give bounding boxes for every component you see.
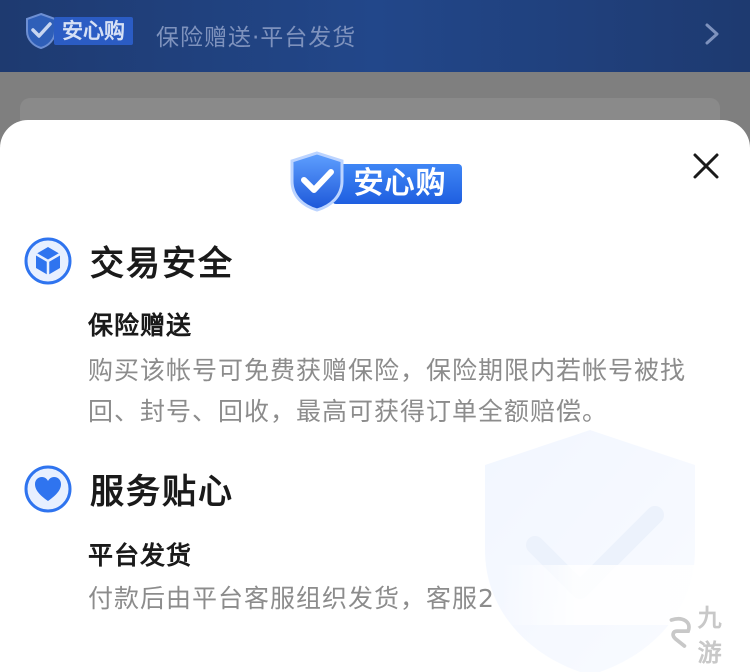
brand-name: 九游 <box>697 604 723 667</box>
cube-shield-icon <box>24 237 72 284</box>
section-service: 服务贴心 <box>24 464 234 513</box>
brand-logo-icon <box>669 617 691 648</box>
section-subtitle: 保险赠送 <box>88 311 193 340</box>
shield-check-icon <box>26 12 56 50</box>
assurance-banner[interactable]: 安心购 保险赠送·平台发货 <box>0 0 750 72</box>
assurance-badge: 安心购 <box>24 12 133 50</box>
shield-check-icon <box>290 151 344 212</box>
app-screen: 安心购 保险赠送·平台发货 安心购 交易安全 保险赠送 购买该帐号可免费获赠保险… <box>0 0 750 672</box>
section-trade-security: 交易安全 <box>24 236 234 285</box>
assurance-sheet: 安心购 交易安全 保险赠送 购买该帐号可免费获赠保险，保险期限内若帐号被找回、封… <box>0 120 750 672</box>
section-title: 服务贴心 <box>90 472 234 512</box>
close-icon[interactable] <box>690 150 722 182</box>
section-description: 购买该帐号可免费获赠保险，保险期限内若帐号被找回、封号、回收，最高可获得订单全额… <box>88 356 687 426</box>
heart-icon <box>24 465 72 512</box>
logo-label: 安心购 <box>332 164 462 204</box>
banner-summary: 保险赠送·平台发货 <box>156 25 357 51</box>
sheet-logo: 安心购 <box>288 150 464 212</box>
section-subtitle: 平台发货 <box>88 541 193 570</box>
section-title: 交易安全 <box>90 244 234 284</box>
chevron-right-icon[interactable] <box>702 22 722 46</box>
badge-label: 安心购 <box>54 17 133 45</box>
brand-watermark: 九游 <box>664 598 744 668</box>
